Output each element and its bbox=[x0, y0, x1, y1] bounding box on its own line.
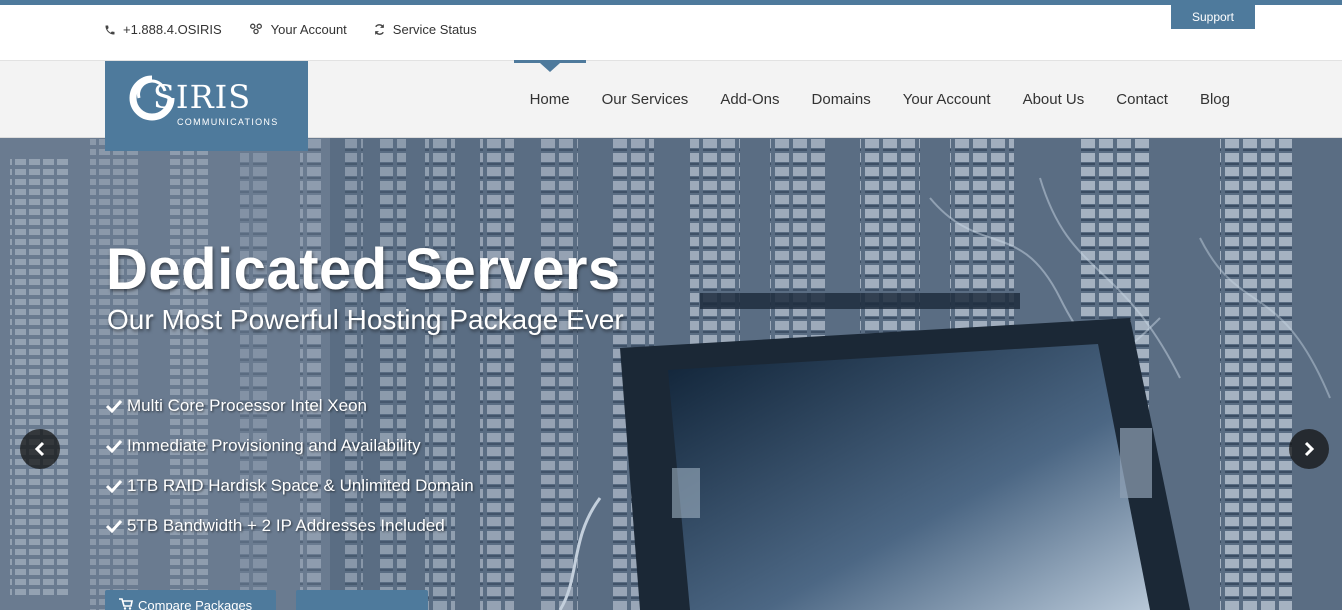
slider-prev-button[interactable] bbox=[20, 429, 60, 469]
nav-domains[interactable]: Domains bbox=[812, 60, 871, 138]
logo-subtitle: COMMUNICATIONS bbox=[177, 117, 279, 127]
check-icon bbox=[106, 439, 122, 453]
phone-label: +1.888.4.OSIRIS bbox=[123, 22, 222, 37]
feature-text: Multi Core Processor Intel Xeon bbox=[127, 396, 367, 415]
feature-item: Multi Core Processor Intel Xeon bbox=[106, 386, 474, 426]
feature-text: 5TB Bandwidth + 2 IP Addresses Included bbox=[127, 516, 445, 535]
top-bar: +1.888.4.OSIRIS Your Account Service Sta… bbox=[0, 5, 1342, 60]
feature-text: 1TB RAID Hardisk Space & Unlimited Domai… bbox=[127, 476, 474, 495]
refresh-icon bbox=[374, 24, 384, 35]
nav-contact[interactable]: Contact bbox=[1116, 60, 1168, 138]
logo-name: SIRIS bbox=[153, 78, 252, 116]
nav-about-us[interactable]: About Us bbox=[1023, 60, 1085, 138]
phone-icon bbox=[105, 25, 115, 34]
compare-packages-label: Compare Packages bbox=[138, 598, 253, 610]
top-links: +1.888.4.OSIRIS Your Account Service Sta… bbox=[104, 22, 503, 37]
secondary-hero-button[interactable] bbox=[296, 590, 428, 610]
users-icon bbox=[249, 23, 262, 35]
service-status-label: Service Status bbox=[392, 22, 477, 37]
slider-next-button[interactable] bbox=[1289, 429, 1329, 469]
feature-item: 5TB Bandwidth + 2 IP Addresses Included bbox=[106, 506, 474, 546]
chevron-left-icon bbox=[34, 441, 45, 457]
hero-slider: Dedicated Servers Our Most Powerful Host… bbox=[0, 138, 1342, 610]
nav-your-account[interactable]: Your Account bbox=[903, 60, 991, 138]
support-button[interactable]: Support bbox=[1171, 5, 1255, 29]
feature-item: 1TB RAID Hardisk Space & Unlimited Domai… bbox=[106, 466, 474, 506]
nav-add-ons[interactable]: Add-Ons bbox=[720, 60, 779, 138]
main-menu: Home Our Services Add-Ons Domains Your A… bbox=[498, 60, 1230, 138]
service-status-link[interactable]: Service Status bbox=[373, 22, 477, 37]
your-account-label: Your Account bbox=[270, 22, 347, 37]
cart-icon bbox=[119, 598, 133, 610]
osiris-logo[interactable]: SIRIS COMMUNICATIONS bbox=[105, 61, 308, 151]
nav-blog[interactable]: Blog bbox=[1200, 60, 1230, 138]
feature-list: Multi Core Processor Intel Xeon Immediat… bbox=[106, 386, 474, 546]
nav-home[interactable]: Home bbox=[513, 60, 586, 138]
hero-title: Dedicated Servers bbox=[106, 237, 621, 302]
check-icon bbox=[106, 479, 122, 493]
hero-subtitle: Our Most Powerful Hosting Package Ever bbox=[107, 304, 624, 335]
check-icon bbox=[106, 399, 122, 413]
your-account-link[interactable]: Your Account bbox=[248, 22, 347, 37]
compare-packages-button[interactable]: Compare Packages bbox=[105, 590, 276, 610]
nav-our-services[interactable]: Our Services bbox=[602, 60, 689, 138]
feature-item: Immediate Provisioning and Availability bbox=[106, 426, 474, 466]
feature-text: Immediate Provisioning and Availability bbox=[127, 436, 421, 455]
phone-link[interactable]: +1.888.4.OSIRIS bbox=[104, 22, 222, 37]
chevron-right-icon bbox=[1304, 441, 1315, 457]
check-icon bbox=[106, 519, 122, 533]
